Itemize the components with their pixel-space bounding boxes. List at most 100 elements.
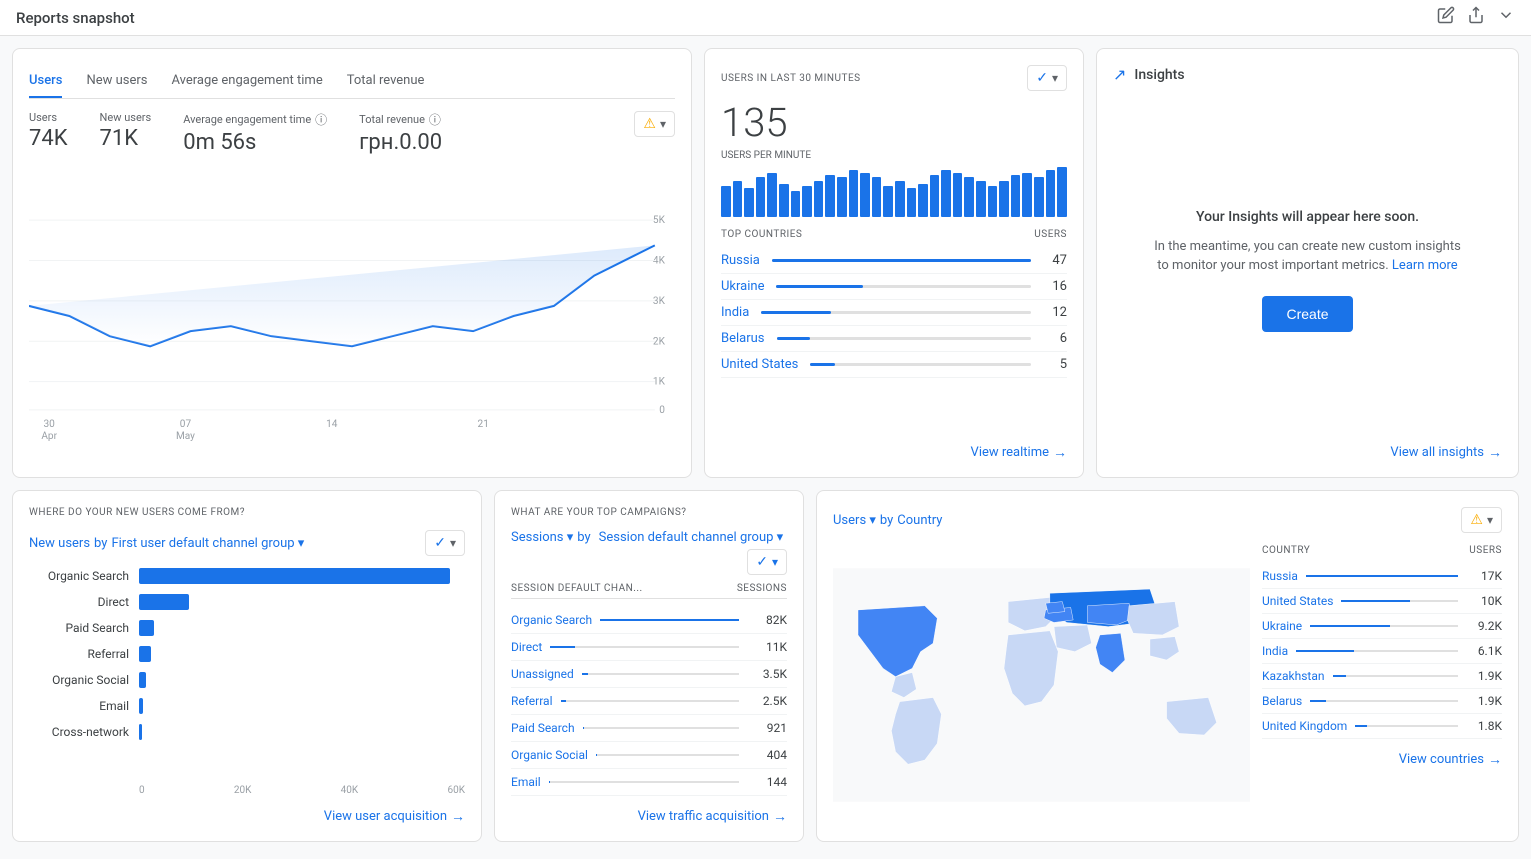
world-country-bar-wrap bbox=[1333, 675, 1458, 677]
view-realtime-link[interactable]: View realtime → bbox=[721, 444, 1067, 461]
world-country-name[interactable]: Ukraine bbox=[1262, 619, 1302, 633]
world-country-name[interactable]: Belarus bbox=[1262, 694, 1302, 708]
world-country-count: 1.8K bbox=[1466, 719, 1502, 733]
mini-bar-item bbox=[849, 170, 859, 217]
country-row: United States 5 bbox=[721, 352, 1067, 378]
filter-new-users-text: New users bbox=[29, 536, 90, 551]
country-name[interactable]: Belarus bbox=[721, 331, 765, 346]
check-icon-2: ✓ bbox=[434, 535, 446, 551]
session-name[interactable]: Organic Search bbox=[511, 613, 592, 627]
session-name[interactable]: Paid Search bbox=[511, 721, 575, 735]
metric-avg-engagement: Average engagement time ⓘ 0m 56s bbox=[183, 111, 327, 155]
country-bar bbox=[777, 337, 810, 340]
mini-bar-item bbox=[1034, 177, 1044, 217]
info-icon-engagement[interactable]: ⓘ bbox=[315, 111, 327, 128]
world-country-name[interactable]: Russia bbox=[1262, 569, 1298, 583]
world-country-bar bbox=[1310, 700, 1326, 702]
more-icon[interactable] bbox=[1497, 6, 1515, 29]
session-bar bbox=[550, 646, 575, 648]
page-header: Reports snapshot bbox=[0, 0, 1531, 36]
realtime-card: USERS IN LAST 30 MINUTES ✓ ▾ 135 USERS P… bbox=[704, 48, 1084, 478]
country-bar bbox=[810, 363, 834, 366]
metrics-tabs: Users New users Average engagement time … bbox=[29, 65, 675, 99]
session-row: Organic Social 404 bbox=[511, 742, 787, 769]
country-bar-wrap bbox=[761, 311, 1031, 314]
world-country-text[interactable]: Country bbox=[897, 513, 942, 528]
main-chart: 5K 4K 3K 2K 1K 0 bbox=[29, 171, 675, 461]
sessions-text[interactable]: Sessions ▾ bbox=[511, 530, 573, 545]
channel-group-text[interactable]: Session default channel group ▾ bbox=[599, 530, 784, 545]
world-country-name[interactable]: Kazakhstan bbox=[1262, 669, 1325, 683]
bar-row: Paid Search bbox=[29, 620, 465, 636]
world-country-name[interactable]: United Kingdom bbox=[1262, 719, 1347, 733]
view-all-insights-link[interactable]: View all insights → bbox=[1113, 444, 1502, 461]
country-name[interactable]: India bbox=[721, 305, 749, 320]
mini-bar-item bbox=[802, 186, 812, 217]
session-name[interactable]: Direct bbox=[511, 640, 542, 654]
session-bar-wrap bbox=[583, 727, 739, 729]
world-map-svg bbox=[833, 545, 1250, 825]
new-users-check-dropdown[interactable]: ✓ ▾ bbox=[425, 530, 465, 556]
tab-revenue[interactable]: Total revenue bbox=[347, 65, 425, 98]
tab-avg-engagement[interactable]: Average engagement time bbox=[172, 65, 323, 98]
realtime-header: USERS IN LAST 30 MINUTES ✓ ▾ bbox=[721, 65, 1067, 91]
mini-bar-item bbox=[756, 177, 766, 217]
country-table: COUNTRY USERS Russia 17K United States 1… bbox=[1262, 545, 1502, 825]
share-icon[interactable] bbox=[1467, 6, 1485, 29]
svg-text:14: 14 bbox=[326, 419, 338, 430]
world-country-count: 17K bbox=[1466, 569, 1502, 583]
metric-revenue-value: грн.0.00 bbox=[359, 130, 442, 155]
world-country-bar-wrap bbox=[1341, 600, 1458, 602]
bar-label: Cross-network bbox=[29, 725, 139, 739]
session-name[interactable]: Organic Social bbox=[511, 748, 588, 762]
mini-bar-item bbox=[1022, 173, 1032, 217]
info-icon-revenue[interactable]: ⓘ bbox=[429, 111, 441, 128]
svg-text:30: 30 bbox=[44, 419, 56, 430]
world-filter-label: Users ▾ by Country bbox=[833, 513, 942, 528]
session-name[interactable]: Email bbox=[511, 775, 541, 789]
create-insights-button[interactable]: Create bbox=[1262, 296, 1352, 332]
session-name[interactable]: Unassigned bbox=[511, 667, 574, 681]
insights-learn-more[interactable]: Learn more bbox=[1392, 258, 1458, 273]
world-alert-button[interactable]: ⚠ ▾ bbox=[1461, 507, 1502, 533]
tab-new-users[interactable]: New users bbox=[86, 65, 147, 98]
users-per-min-label: USERS PER MINUTE bbox=[721, 150, 1067, 161]
session-bar bbox=[600, 619, 739, 621]
country-name[interactable]: Russia bbox=[721, 253, 760, 268]
world-country-bar-wrap bbox=[1310, 700, 1458, 702]
tab-users[interactable]: Users bbox=[29, 65, 62, 98]
session-bar bbox=[561, 700, 566, 702]
realtime-check-dropdown[interactable]: ✓ ▾ bbox=[1027, 65, 1067, 91]
world-users-text[interactable]: Users ▾ bbox=[833, 513, 876, 528]
world-country-bar bbox=[1355, 725, 1366, 727]
world-country-bar-wrap bbox=[1306, 575, 1458, 577]
country-name[interactable]: Ukraine bbox=[721, 279, 764, 294]
session-count: 3.5K bbox=[747, 667, 787, 681]
country-name[interactable]: United States bbox=[721, 357, 798, 372]
metric-users-value: 74K bbox=[29, 126, 68, 151]
edit-icon[interactable] bbox=[1437, 6, 1455, 29]
view-user-acquisition-link[interactable]: View user acquisition → bbox=[29, 808, 465, 825]
top-countries-label: TOP COUNTRIES bbox=[721, 229, 802, 240]
session-bar-wrap bbox=[549, 781, 739, 783]
view-countries-link[interactable]: View countries → bbox=[1262, 751, 1502, 768]
bar-inner bbox=[139, 620, 154, 636]
world-country-name[interactable]: United States bbox=[1262, 594, 1333, 608]
campaigns-check-dropdown[interactable]: ✓ ▾ bbox=[747, 549, 787, 575]
view-traffic-acquisition-link[interactable]: View traffic acquisition → bbox=[511, 808, 787, 825]
world-country-row: India 6.1K bbox=[1262, 639, 1502, 664]
dashboard: Users New users Average engagement time … bbox=[0, 36, 1531, 854]
users-col-label: USERS bbox=[1034, 229, 1067, 240]
mini-bar-item bbox=[1011, 175, 1021, 217]
bar-chart-x-axis: 0 20K 40K 60K bbox=[29, 785, 465, 796]
session-name[interactable]: Referral bbox=[511, 694, 553, 708]
alert-button[interactable]: ⚠ ▾ bbox=[634, 111, 675, 137]
world-country-bar bbox=[1310, 625, 1390, 627]
world-country-name[interactable]: India bbox=[1262, 644, 1288, 658]
world-country-row: Kazakhstan 1.9K bbox=[1262, 664, 1502, 689]
svg-text:0: 0 bbox=[659, 405, 665, 416]
bar-outer bbox=[139, 594, 465, 610]
country-row: Ukraine 16 bbox=[721, 274, 1067, 300]
filter-channel-group[interactable]: First user default channel group ▾ bbox=[111, 536, 304, 551]
bar-label: Organic Social bbox=[29, 673, 139, 687]
